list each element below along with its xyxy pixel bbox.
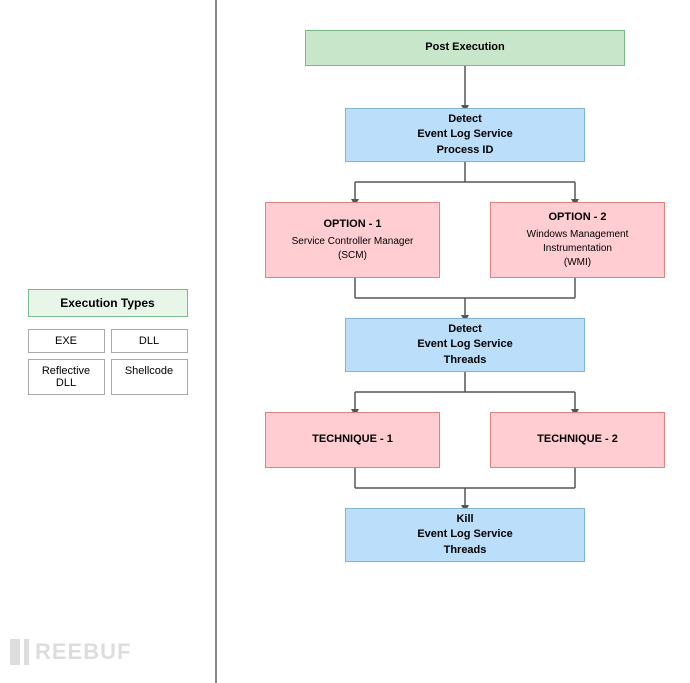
detect-threads-box: Detect Event Log Service Threads [345, 318, 585, 372]
flowchart-wrapper: Post Execution Detect Event Log Service … [245, 20, 685, 640]
post-execution-box: Post Execution [305, 30, 625, 66]
kill-threads-label: Kill Event Log Service Threads [417, 512, 512, 558]
exec-type-grid: EXE DLL Reflective DLL Shellcode [28, 329, 188, 395]
option1-box: OPTION - 1 Service Controller Manager(SC… [265, 202, 440, 278]
execution-types-label: Execution Types [60, 296, 154, 310]
detect-threads-label: Detect Event Log Service Threads [417, 322, 512, 368]
detect-pid-box: Detect Event Log Service Process ID [345, 108, 585, 162]
technique1-box: TECHNIQUE - 1 [265, 412, 440, 468]
exec-type-shellcode: Shellcode [111, 359, 188, 395]
option1-desc: Service Controller Manager(SCM) [292, 235, 414, 263]
page-container: Execution Types EXE DLL Reflective DLL S… [0, 0, 690, 683]
detect-pid-label: Detect Event Log Service Process ID [417, 112, 512, 158]
technique1-label: TECHNIQUE - 1 [312, 432, 393, 447]
exec-type-exe: EXE [28, 329, 105, 353]
left-panel: Execution Types EXE DLL Reflective DLL S… [0, 0, 215, 683]
option1-title: OPTION - 1 [323, 217, 381, 232]
technique2-box: TECHNIQUE - 2 [490, 412, 665, 468]
kill-threads-box: Kill Event Log Service Threads [345, 508, 585, 562]
post-execution-label: Post Execution [425, 40, 504, 55]
exec-type-dll: DLL [111, 329, 188, 353]
exec-type-reflective-dll: Reflective DLL [28, 359, 105, 395]
freebuf-watermark: REEBUF [10, 639, 131, 665]
technique2-label: TECHNIQUE - 2 [537, 432, 618, 447]
option2-title: OPTION - 2 [548, 210, 606, 225]
option2-box: OPTION - 2 Windows Management Instrument… [490, 202, 665, 278]
option2-desc: Windows Management Instrumentation(WMI) [501, 228, 654, 270]
execution-types-box: Execution Types [28, 289, 188, 317]
right-panel: Post Execution Detect Event Log Service … [215, 0, 690, 683]
